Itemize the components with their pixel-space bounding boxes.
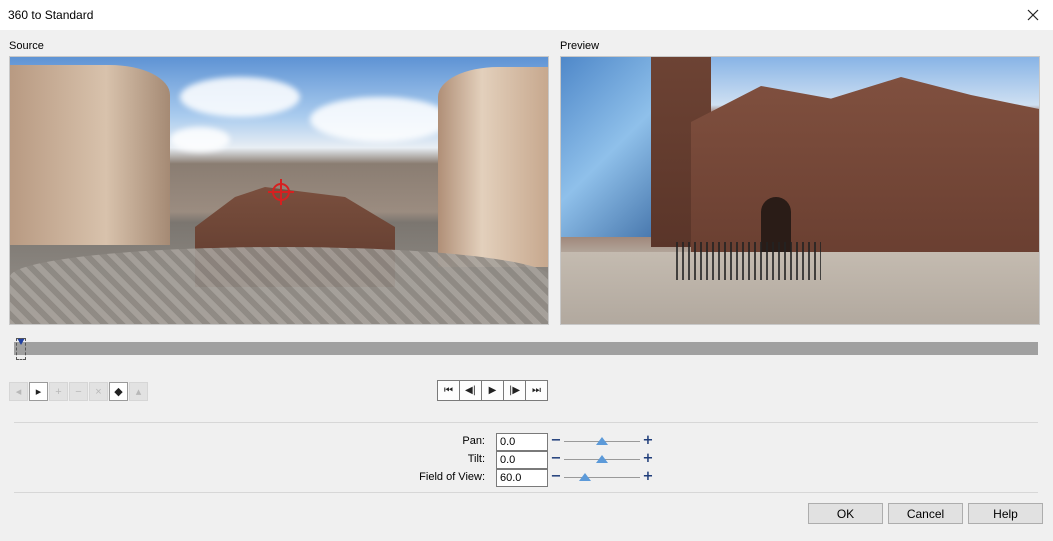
timeline-playhead[interactable] xyxy=(14,336,28,362)
preview-label: Preview xyxy=(560,40,600,52)
add-keyframe-button[interactable]: + xyxy=(49,382,68,401)
fov-increase-button[interactable]: + xyxy=(642,470,654,483)
source-label: Source xyxy=(9,40,44,52)
keyframe-toolbar: ◂ ▸ + − × ◆ ▴ xyxy=(9,382,148,402)
step-back-button[interactable]: ◀| xyxy=(459,380,482,401)
cloud xyxy=(170,127,230,152)
tilt-decrease-button[interactable]: − xyxy=(550,452,562,465)
go-to-start-icon: ⏮ xyxy=(444,385,453,396)
keyframe-settings-icon: ◆ xyxy=(114,386,123,398)
step-back-icon: ◀| xyxy=(464,385,477,396)
paste-keyframe-button[interactable]: ▴ xyxy=(129,382,148,401)
window-title: 360 to Standard xyxy=(8,8,94,22)
cobblestone-street xyxy=(10,247,548,324)
play-icon: ▶ xyxy=(488,385,497,396)
remove-keyframe-button[interactable]: − xyxy=(69,382,88,401)
step-forward-button[interactable]: |▶ xyxy=(503,380,526,401)
close-button[interactable] xyxy=(1013,0,1053,30)
title-bar: 360 to Standard xyxy=(0,0,1053,30)
delete-keyframe-button[interactable]: × xyxy=(89,382,108,401)
next-keyframe-icon: ▸ xyxy=(35,386,42,398)
paste-keyframe-icon: ▴ xyxy=(135,386,142,398)
pan-input[interactable] xyxy=(496,433,548,451)
fence xyxy=(676,242,821,280)
help-button[interactable]: Help xyxy=(968,503,1043,524)
play-button[interactable]: ▶ xyxy=(481,380,504,401)
prev-keyframe-icon: ◂ xyxy=(15,386,22,398)
church xyxy=(691,77,1039,257)
go-to-start-button[interactable]: ⏮ xyxy=(437,380,460,401)
view-center-marker[interactable] xyxy=(268,179,294,205)
fov-slider[interactable] xyxy=(564,477,640,478)
fov-input[interactable] xyxy=(496,469,548,487)
source-panorama[interactable] xyxy=(9,56,549,325)
step-forward-icon: |▶ xyxy=(508,385,521,396)
preview-view xyxy=(560,56,1040,325)
fov-decrease-button[interactable]: − xyxy=(550,470,562,483)
tilt-increase-button[interactable]: + xyxy=(642,452,654,465)
keyframe-settings-button[interactable]: ◆ xyxy=(109,382,128,401)
building-right xyxy=(438,67,548,267)
cancel-button[interactable]: Cancel xyxy=(888,503,963,524)
tilt-label: Tilt: xyxy=(467,453,485,465)
divider xyxy=(14,492,1038,493)
cloud xyxy=(310,97,450,142)
pan-increase-button[interactable]: + xyxy=(642,434,654,447)
go-to-end-icon: ⏭ xyxy=(532,385,541,396)
pan-label: Pan: xyxy=(462,435,485,447)
building-left xyxy=(10,65,170,245)
add-keyframe-icon: + xyxy=(55,385,62,398)
first-keyframe-button[interactable]: ◂ xyxy=(9,382,28,401)
go-to-end-button[interactable]: ⏭ xyxy=(525,380,548,401)
divider xyxy=(14,422,1038,423)
delete-keyframe-icon: × xyxy=(95,385,102,398)
pan-slider-thumb[interactable] xyxy=(596,437,608,445)
playhead-box xyxy=(16,338,26,360)
timeline-track[interactable] xyxy=(14,342,1038,355)
pan-decrease-button[interactable]: − xyxy=(550,434,562,447)
transport-controls: ⏮ ◀| ▶ |▶ ⏭ xyxy=(437,380,548,401)
cloud xyxy=(180,77,300,117)
close-icon xyxy=(1027,9,1039,21)
ok-button[interactable]: OK xyxy=(808,503,883,524)
next-keyframe-button[interactable]: ▸ xyxy=(29,382,48,401)
fov-label: Field of View: xyxy=(419,471,485,483)
fov-slider-thumb[interactable] xyxy=(578,473,591,481)
tilt-slider-thumb[interactable] xyxy=(596,455,608,463)
tilt-input[interactable] xyxy=(496,451,548,469)
remove-keyframe-icon: − xyxy=(75,385,82,398)
